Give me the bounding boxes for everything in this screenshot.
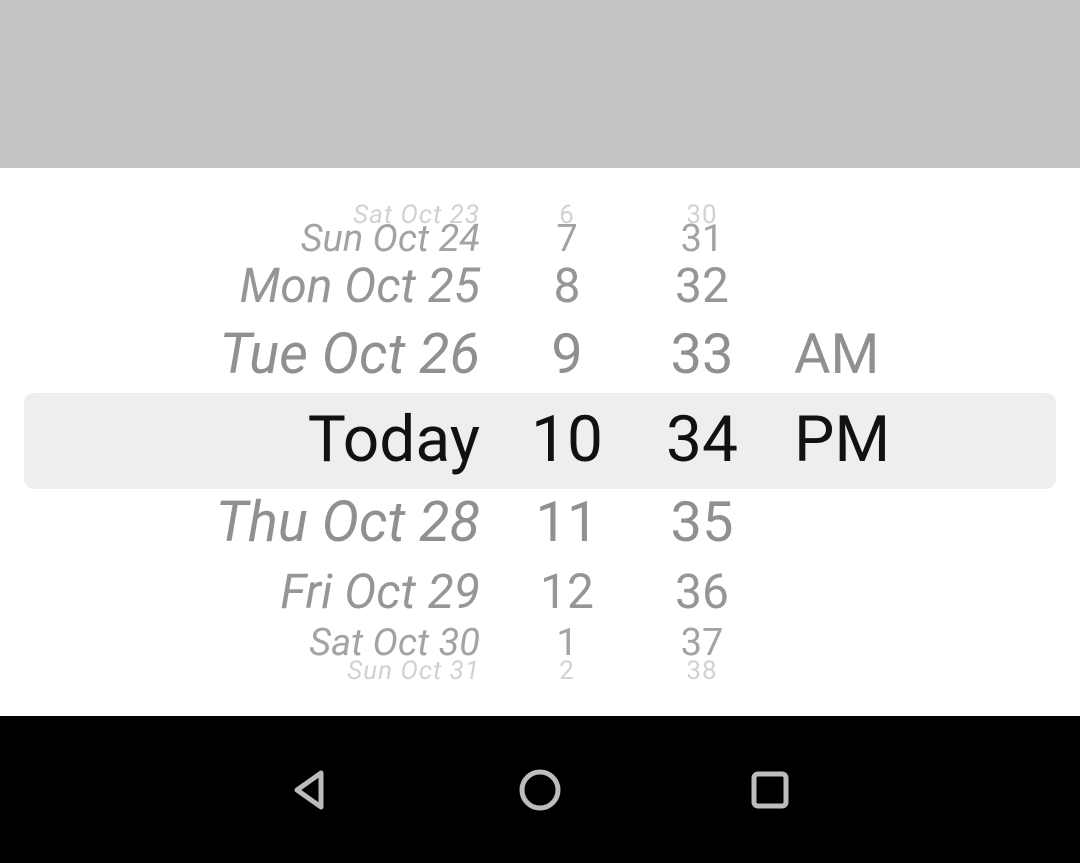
minute-option[interactable]: 35 xyxy=(632,494,772,550)
minute-option-selected[interactable]: 34 xyxy=(632,408,772,472)
home-button[interactable] xyxy=(510,760,570,820)
hour-wheel[interactable]: 6 7 8 9 10 11 12 1 2 xyxy=(502,168,632,716)
ampm-option[interactable]: AM xyxy=(772,326,1072,382)
back-triangle-icon xyxy=(287,767,333,813)
minute-option[interactable]: 38 xyxy=(632,658,772,684)
date-option[interactable]: Fri Oct 29 xyxy=(0,568,502,616)
date-wheel[interactable]: Sat Oct 23 Sun Oct 24 Mon Oct 25 Tue Oct… xyxy=(0,168,502,716)
date-option[interactable]: Sun Oct 31 xyxy=(0,658,502,684)
date-option[interactable]: Thu Oct 28 xyxy=(0,494,502,550)
recents-square-icon xyxy=(747,767,793,813)
hour-option[interactable]: 11 xyxy=(502,494,632,550)
ampm-wheel[interactable]: AM PM xyxy=(772,168,1072,716)
hour-option[interactable]: 8 xyxy=(502,262,632,310)
minute-option[interactable]: 32 xyxy=(632,262,772,310)
date-option[interactable]: Mon Oct 25 xyxy=(0,262,502,310)
android-navbar xyxy=(0,716,1080,863)
recents-button[interactable] xyxy=(740,760,800,820)
hour-option-selected[interactable]: 10 xyxy=(502,408,632,472)
datetime-picker: Sat Oct 23 Sun Oct 24 Mon Oct 25 Tue Oct… xyxy=(0,168,1080,716)
date-option[interactable]: Tue Oct 26 xyxy=(0,326,502,382)
minute-option[interactable]: 31 xyxy=(632,220,772,258)
minute-option[interactable]: 36 xyxy=(632,568,772,616)
home-circle-icon xyxy=(517,767,563,813)
top-empty-area xyxy=(0,0,1080,168)
minute-wheel[interactable]: 30 31 32 33 34 35 36 37 38 xyxy=(632,168,772,716)
hour-option[interactable]: 7 xyxy=(502,220,632,258)
ampm-option-selected[interactable]: PM xyxy=(772,408,1072,472)
minute-option[interactable]: 33 xyxy=(632,326,772,382)
hour-option[interactable]: 12 xyxy=(502,568,632,616)
date-option-selected[interactable]: Today xyxy=(0,408,502,472)
hour-option[interactable]: 9 xyxy=(502,326,632,382)
back-button[interactable] xyxy=(280,760,340,820)
hour-option[interactable]: 2 xyxy=(502,658,632,684)
date-option[interactable]: Sun Oct 24 xyxy=(0,220,502,258)
